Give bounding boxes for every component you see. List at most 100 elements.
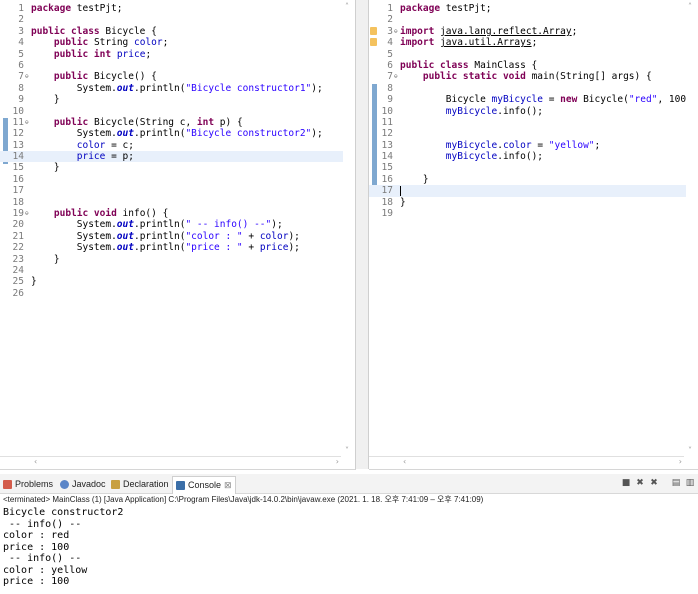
code-text[interactable]: public Bicycle() { — [31, 71, 157, 82]
code-text[interactable]: public int price; — [31, 49, 151, 60]
scroll-left-arrow-icon[interactable]: ‹ — [34, 457, 37, 466]
code-text[interactable]: public void info() { — [31, 208, 168, 219]
code-line[interactable]: 3 ⊖ import java.lang.reflect.Array; — [369, 26, 698, 37]
code-text[interactable]: myBicycle.color = "yellow"; — [400, 140, 601, 151]
code-text[interactable]: System.out.println("Bicycle constructor1… — [31, 83, 323, 94]
tab-declaration[interactable]: Declaration — [111, 478, 169, 492]
code-line[interactable]: 2 — [369, 14, 698, 25]
code-line[interactable]: 16 — [0, 174, 355, 185]
right-editor-mainclass[interactable]: 1 package testPjt; 2 3 ⊖ import java.lang.ref… — [369, 0, 698, 470]
code-line[interactable]: 11 — [369, 117, 698, 128]
code-line[interactable]: 1 package testPjt; — [0, 3, 355, 14]
code-line[interactable]: 6 — [0, 60, 355, 71]
code-line[interactable]: 19 — [369, 208, 698, 219]
code-text[interactable]: public Bicycle(String c, int p) { — [31, 117, 243, 128]
code-line[interactable]: 11 ⊖ public Bicycle(String c, int p) { — [0, 117, 355, 128]
code-line[interactable]: 4 public String color; — [0, 37, 355, 48]
left-editor-bicycle[interactable]: 1 package testPjt; 2 3 public class Bicycle … — [0, 0, 356, 470]
code-text[interactable]: System.out.println("Bicycle constructor2… — [31, 128, 323, 139]
code-text[interactable]: myBicycle.info(); — [400, 106, 543, 117]
code-line[interactable]: 15 — [369, 162, 698, 173]
code-line[interactable]: 3 public class Bicycle { — [0, 26, 355, 37]
code-line[interactable]: 8 — [369, 83, 698, 94]
scroll-left-arrow-icon[interactable]: ‹ — [403, 457, 406, 466]
scroll-up-arrow-icon[interactable]: ˄ — [688, 2, 692, 11]
code-text[interactable]: System.out.println("price : " + price); — [31, 242, 300, 253]
code-line[interactable]: 2 — [0, 14, 355, 25]
console-output[interactable]: Bicycle constructor2 -- info() -- color :… — [0, 507, 698, 594]
code-text[interactable] — [400, 185, 401, 196]
code-text[interactable]: public String color; — [31, 37, 168, 48]
code-text[interactable]: System.out.println(" -- info() --"); — [31, 219, 283, 230]
code-line[interactable]: 13 myBicycle.color = "yellow"; — [369, 140, 698, 151]
code-text[interactable]: package testPjt; — [400, 3, 492, 14]
code-line[interactable]: 14 price = p; — [0, 151, 355, 163]
scroll-down-arrow-icon[interactable]: ˅ — [345, 446, 349, 455]
code-text[interactable]: import java.lang.reflect.Array; — [400, 26, 577, 37]
remove-launch-icon[interactable]: ✖ — [634, 477, 646, 489]
code-line[interactable]: 18 — [0, 197, 355, 208]
code-line[interactable]: 13 color = c; — [0, 140, 355, 151]
code-line[interactable]: 20 System.out.println(" -- info() --"); — [0, 219, 355, 230]
tab-javadoc[interactable]: Javadoc — [60, 478, 106, 492]
scroll-lock-icon[interactable]: ▥ — [684, 477, 696, 489]
code-text[interactable]: myBicycle.info(); — [400, 151, 543, 162]
scroll-right-arrow-icon[interactable]: › — [336, 457, 339, 466]
code-text[interactable]: package testPjt; — [31, 3, 123, 14]
code-line[interactable]: 15 } — [0, 162, 355, 173]
close-icon[interactable]: ⊠ — [224, 480, 232, 490]
left-code-lines[interactable]: 1 package testPjt; 2 3 public class Bicycle … — [0, 3, 355, 299]
warning-marker-icon[interactable] — [370, 26, 377, 35]
code-text[interactable]: } — [31, 162, 60, 173]
code-text[interactable]: } — [31, 254, 60, 265]
code-text[interactable]: price = p; — [31, 151, 134, 162]
scroll-down-arrow-icon[interactable]: ˅ — [688, 446, 692, 455]
tab-console[interactable]: Console ⊠ — [172, 476, 236, 494]
code-line[interactable]: 18} — [369, 197, 698, 208]
code-line[interactable]: 14 myBicycle.info(); — [369, 151, 698, 162]
code-line[interactable]: 7 ⊖ public static void main(String[] args… — [369, 71, 698, 82]
code-line[interactable]: 5 public int price; — [0, 49, 355, 60]
warning-marker-icon[interactable] — [370, 38, 377, 47]
right-horizontal-scrollbar[interactable]: ‹ › — [369, 456, 684, 469]
code-line[interactable]: 10 myBicycle.info(); — [369, 106, 698, 117]
code-line[interactable]: 1 package testPjt; — [369, 3, 698, 14]
clear-console-icon[interactable]: ▤ — [670, 477, 682, 489]
code-line[interactable]: 21 System.out.println("color : " + color… — [0, 231, 355, 242]
code-line[interactable]: 12 — [369, 128, 698, 139]
code-line[interactable]: 26 — [0, 288, 355, 299]
code-text[interactable]: } — [31, 94, 60, 105]
tab-problems[interactable]: Problems — [3, 478, 53, 492]
code-text[interactable]: public class MainClass { — [400, 60, 537, 71]
left-vertical-scrollbar[interactable]: ˄ ˅ — [343, 0, 355, 457]
left-horizontal-scrollbar[interactable]: ‹ › — [0, 456, 341, 469]
right-vertical-scrollbar[interactable]: ˄ ˅ — [686, 0, 698, 457]
code-line[interactable]: 5 — [369, 49, 698, 60]
code-line[interactable]: 12 System.out.println("Bicycle construct… — [0, 128, 355, 139]
code-text[interactable]: public class Bicycle { — [31, 26, 157, 37]
scroll-up-arrow-icon[interactable]: ˄ — [345, 2, 349, 11]
terminate-icon[interactable]: ■ — [620, 477, 632, 489]
editor-splitter[interactable] — [356, 0, 369, 469]
code-line[interactable]: 8 System.out.println("Bicycle constructo… — [0, 83, 355, 94]
code-line[interactable]: 4 import java.util.Arrays; — [369, 37, 698, 48]
code-text[interactable]: public static void main(String[] args) { — [400, 71, 652, 82]
code-line[interactable]: 17 — [0, 185, 355, 196]
code-line[interactable]: 7 ⊖ public Bicycle() { — [0, 71, 355, 82]
code-text[interactable]: } — [400, 197, 406, 208]
code-text[interactable]: import java.util.Arrays; — [400, 37, 537, 48]
code-text[interactable]: System.out.println("color : " + color); — [31, 231, 300, 242]
code-line[interactable]: 19 ⊖ public void info() { — [0, 208, 355, 219]
code-text[interactable]: Bicycle myBicycle = new Bicycle("red", 1… — [400, 94, 698, 105]
code-line[interactable]: 23 } — [0, 254, 355, 265]
code-line[interactable]: 9 Bicycle myBicycle = new Bicycle("red",… — [369, 94, 698, 105]
code-line[interactable]: 22 System.out.println("price : " + price… — [0, 242, 355, 253]
right-code-lines[interactable]: 1 package testPjt; 2 3 ⊖ import java.lang.ref… — [369, 3, 698, 219]
code-text[interactable]: } — [400, 174, 429, 185]
code-line[interactable]: 6 public class MainClass { — [369, 60, 698, 71]
code-line[interactable]: 9 } — [0, 94, 355, 105]
code-line[interactable]: 25} — [0, 276, 355, 287]
code-line[interactable]: 24 — [0, 265, 355, 276]
code-line[interactable]: 10 — [0, 106, 355, 117]
code-line[interactable]: 16 } — [369, 174, 698, 185]
